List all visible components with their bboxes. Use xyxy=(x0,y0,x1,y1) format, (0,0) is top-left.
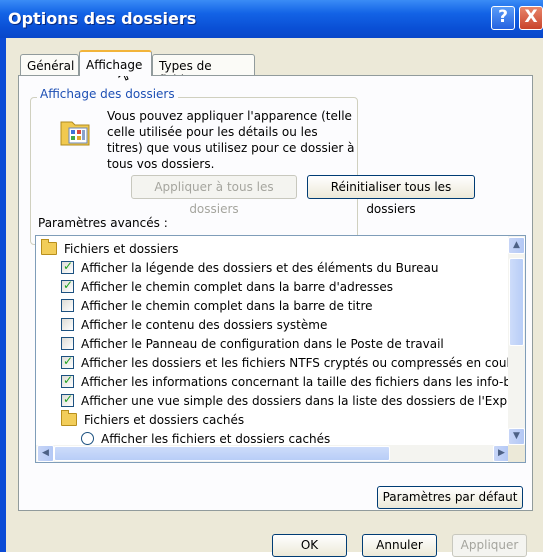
list-item-label: Afficher les informations concernant la … xyxy=(81,374,526,389)
vertical-scrollbar[interactable]: ▲ ▼ xyxy=(508,236,525,445)
checkbox[interactable]: ✓ xyxy=(61,278,74,293)
checkbox[interactable] xyxy=(61,299,74,312)
horizontal-scroll-thumb[interactable] xyxy=(54,446,390,461)
list-item[interactable]: Afficher le contenu des dossiers système xyxy=(61,315,327,334)
help-button[interactable]: ? xyxy=(491,6,515,30)
scrollbar-corner xyxy=(508,445,525,462)
window-title: Options des dossiers xyxy=(8,9,197,28)
checkbox[interactable]: ✓ xyxy=(61,392,74,407)
close-button[interactable]: X xyxy=(519,6,543,30)
restore-defaults-button[interactable]: Paramètres par défaut xyxy=(377,486,523,509)
advanced-settings-label: Paramètres avancés : xyxy=(38,216,168,230)
dialog-client-area: Général Affichage Types de fichiers Affi… xyxy=(6,38,543,557)
folder-view-icon xyxy=(58,115,92,149)
list-item-label: Fichiers et dossiers cachés xyxy=(84,412,245,427)
horizontal-scrollbar[interactable]: ◀ ▶ xyxy=(36,445,510,462)
list-item-label: Fichiers et dossiers xyxy=(64,241,179,256)
list-item-label: Afficher le contenu des dossiers système xyxy=(81,317,328,332)
list-item[interactable]: Afficher le Panneau de configuration dan… xyxy=(61,334,444,353)
ok-button[interactable]: OK xyxy=(272,534,347,557)
checkbox[interactable] xyxy=(61,318,74,331)
list-item-label: Afficher le chemin complet dans la barre… xyxy=(81,298,373,313)
list-item[interactable]: Afficher le chemin complet dans la barre… xyxy=(61,296,373,315)
list-item: Fichiers et dossiers xyxy=(41,239,179,258)
folder-icon xyxy=(41,239,57,255)
list-item-label: Afficher la légende des dossiers et des … xyxy=(81,260,439,275)
radio-button[interactable] xyxy=(81,432,94,445)
scroll-left-button[interactable]: ◀ xyxy=(37,445,54,462)
tab-general[interactable]: Général xyxy=(20,54,79,76)
checkbox[interactable]: ✓ xyxy=(61,259,74,274)
scroll-up-button[interactable]: ▲ xyxy=(508,237,525,254)
list-item[interactable]: ✓ Afficher les informations concernant l… xyxy=(61,372,526,391)
list-item-label: Afficher les fichiers et dossiers cachés xyxy=(101,431,331,446)
cancel-button[interactable]: Annuler xyxy=(362,534,437,557)
reset-all-folders-button[interactable]: Réinitialiser tous les dossiers xyxy=(307,175,475,216)
scroll-down-button[interactable]: ▼ xyxy=(508,428,525,445)
folder-options-window: Options des dossiers ? X Général Afficha… xyxy=(0,0,543,557)
advanced-settings-list[interactable]: Fichiers et dossiers ✓ Afficher la légen… xyxy=(35,235,526,463)
folder-view-description: Vous pouvez appliquer l'apparence (telle… xyxy=(107,109,355,171)
list-item[interactable]: ✓ Afficher la légende des dossiers et de… xyxy=(61,258,438,277)
tab-affichage[interactable]: Affichage xyxy=(79,50,152,76)
list-item-label: Afficher le Panneau de configuration dan… xyxy=(81,336,444,351)
list-item: Fichiers et dossiers cachés xyxy=(61,410,244,429)
title-bar[interactable]: Options des dossiers ? X xyxy=(0,0,543,38)
list-item-label: Afficher une vue simple des dossiers dan… xyxy=(81,393,526,408)
apply-to-all-folders-button[interactable]: Appliquer à tous les dossiers xyxy=(131,175,297,216)
vertical-scroll-thumb[interactable] xyxy=(509,258,524,346)
list-item[interactable]: ✓ Afficher une vue simple des dossiers d… xyxy=(61,391,526,410)
checkbox[interactable]: ✓ xyxy=(61,373,74,388)
list-item[interactable]: ✓ Afficher le chemin complet dans la bar… xyxy=(61,277,393,296)
tab-types-de-fichiers[interactable]: Types de fichiers xyxy=(152,54,255,87)
list-item[interactable]: ✓ Afficher les dossiers et les fichiers … xyxy=(61,353,517,372)
checkbox[interactable] xyxy=(61,337,74,350)
folder-view-group-title: Affichage des dossiers xyxy=(37,87,178,101)
apply-button[interactable]: Appliquer xyxy=(452,534,527,557)
list-item-label: Afficher le chemin complet dans la barre… xyxy=(81,279,393,294)
checkbox[interactable]: ✓ xyxy=(61,354,74,369)
folder-icon xyxy=(61,410,77,426)
list-item-label: Afficher les dossiers et les fichiers NT… xyxy=(81,355,518,370)
